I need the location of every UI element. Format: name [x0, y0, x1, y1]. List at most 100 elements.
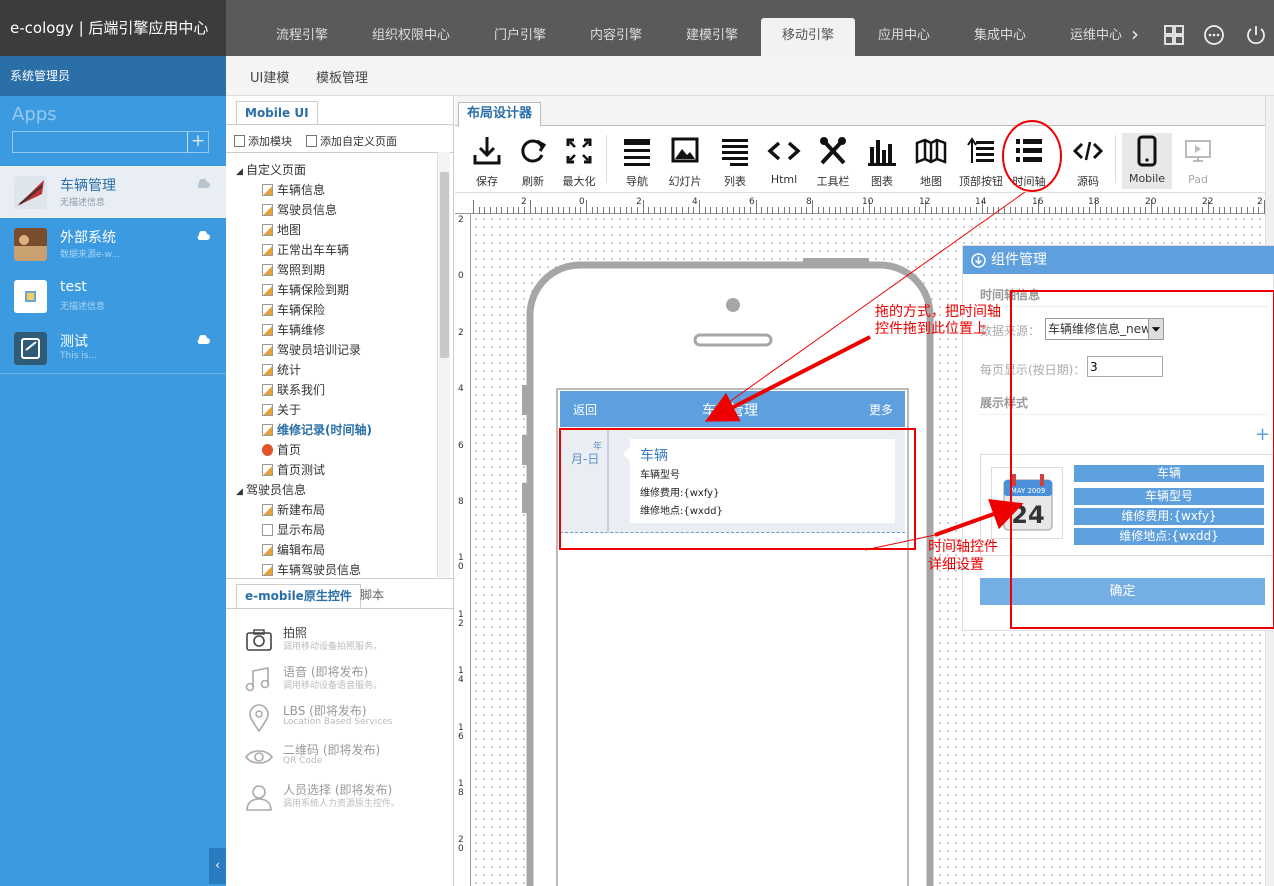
tree-item-page[interactable]: 首页测试	[262, 460, 325, 480]
app-item-vehicle[interactable]: 车辆管理 无描述信息	[0, 166, 226, 218]
apps-add-button[interactable]: +	[187, 131, 209, 153]
tab-mobile-engine[interactable]: 移动引擎	[761, 18, 855, 56]
ruler-tick	[682, 207, 684, 214]
ruler-tick	[489, 207, 491, 214]
timeline-tool[interactable]: 时间轴	[1006, 135, 1052, 188]
pad-view-button[interactable]: Pad	[1175, 135, 1221, 187]
ruler-tick	[783, 207, 785, 214]
tree-item-layout[interactable]: 新建布局	[262, 500, 325, 520]
ruler-v-label: 1 6	[458, 723, 464, 742]
mobile-more-button[interactable]: 更多	[869, 401, 893, 418]
tree-item-page[interactable]: 关于	[262, 400, 301, 420]
ruler-h-label: 2	[521, 197, 527, 207]
tree-item-page[interactable]: 驾照到期	[262, 260, 325, 280]
tree-item-page[interactable]: 统计	[262, 360, 301, 380]
scrollbar-thumb[interactable]	[440, 172, 449, 358]
list-tool[interactable]: 列表	[712, 135, 758, 188]
tab-mobile-ui[interactable]: Mobile UI	[236, 101, 318, 125]
nav-more-chevron-icon[interactable]: ›	[1124, 16, 1146, 54]
control-camera[interactable]: 拍照 调用移动设备拍照服务。	[244, 624, 444, 658]
expand-triangle-icon[interactable]: ◢	[236, 482, 246, 502]
tree-item-page[interactable]: 车辆信息	[262, 180, 325, 200]
map-tool[interactable]: 地图	[908, 135, 954, 188]
collapse-sidebar-button[interactable]: ‹	[209, 848, 226, 884]
chart-tool[interactable]: 图表	[859, 135, 905, 188]
tree-item-page[interactable]: 车辆保险	[262, 300, 325, 320]
source-code-tool[interactable]: 源码	[1065, 135, 1111, 188]
tab-modeling-engine[interactable]: 建模引擎	[672, 18, 752, 56]
per-page-input[interactable]	[1087, 356, 1163, 377]
apps-search-input[interactable]	[12, 131, 188, 153]
tree-node-custom-pages[interactable]: ◢ 自定义页面	[236, 160, 306, 180]
tab-process-engine[interactable]: 流程引擎	[262, 18, 342, 56]
tree-item-page[interactable]: 地图	[262, 220, 301, 240]
app-name: test	[60, 279, 87, 295]
tree-item-layout[interactable]: 车辆驾驶员信息	[262, 560, 361, 580]
tree-scrollbar[interactable]	[437, 152, 450, 577]
toolbar-tool[interactable]: 工具栏	[810, 135, 856, 188]
ruler-tick	[710, 207, 712, 214]
control-person-select[interactable]: 人员选择 (即将发布) 调用系统人力资源原生控件。	[244, 781, 444, 815]
location-pin-icon	[249, 704, 269, 732]
component-panel-header: 组件管理	[963, 246, 1274, 274]
app-item-test[interactable]: test 无描述信息	[0, 270, 226, 322]
power-icon[interactable]	[1245, 24, 1267, 46]
ruler-tick	[812, 200, 813, 214]
timeline-widget[interactable]: 年 月-日 车辆 车辆型号 维修费用:{wxfy} 维修地点:{wxdd}	[560, 429, 905, 533]
maximize-button[interactable]: 最大化	[556, 135, 602, 188]
tab-template-management[interactable]: 模板管理	[316, 67, 368, 86]
control-qrcode[interactable]: 二维码 (即将发布) QR Code	[244, 741, 444, 775]
tree-item-page[interactable]: 驾驶员信息	[262, 200, 337, 220]
mobile-back-button[interactable]: 返回	[573, 401, 597, 418]
tree-item-page[interactable]: 车辆维修	[262, 320, 325, 340]
tree-item-layout[interactable]: 显示布局	[262, 520, 325, 540]
timeline-field-model[interactable]: 车辆型号	[1074, 488, 1264, 505]
app-item-external[interactable]: 外部系统 数据来源e-w...	[0, 218, 226, 270]
tree-item-page[interactable]: 正常出车车辆	[262, 240, 349, 260]
tab-org-permission[interactable]: 组织权限中心	[362, 18, 460, 56]
tree-item-page[interactable]: 车辆保险到期	[262, 280, 349, 300]
slideshow-tool[interactable]: 幻灯片	[662, 135, 708, 188]
top-button-tool[interactable]: 顶部按钮	[958, 135, 1004, 188]
app-item-ceshi[interactable]: 测试 This is...	[0, 322, 226, 374]
tab-content-engine[interactable]: 内容引擎	[576, 18, 656, 56]
html-tool[interactable]: Html	[761, 135, 807, 187]
tree-item-page[interactable]: 联系我们	[262, 380, 325, 400]
tree-item-layout[interactable]: 编辑布局	[262, 540, 325, 560]
mobile-view-button[interactable]: Mobile	[1122, 133, 1172, 189]
confirm-button[interactable]: 确定	[980, 578, 1265, 605]
cloud-icon[interactable]	[196, 179, 210, 189]
cloud-icon[interactable]	[196, 335, 210, 345]
timeline-field-cost[interactable]: 维修费用:{wxfy}	[1074, 508, 1264, 525]
tree-item-page[interactable]: 维修记录(时间轴)	[262, 420, 372, 440]
ruler-tick	[908, 207, 909, 214]
expand-triangle-icon[interactable]: ◢	[236, 162, 246, 182]
ruler-tick	[732, 207, 734, 214]
tab-script[interactable]: 脚本	[352, 584, 392, 608]
datasource-select[interactable]: 车辆维修信息_new	[1045, 318, 1164, 340]
add-module-button[interactable]: 添加模块	[234, 133, 292, 149]
tree-group-label: 驾驶员信息	[246, 483, 307, 497]
tree-item-label: 车辆维修	[277, 323, 326, 337]
tab-app-center[interactable]: 应用中心	[864, 18, 944, 56]
timeline-field-title[interactable]: 车辆	[1074, 465, 1264, 482]
add-field-button[interactable]: +	[1255, 424, 1270, 445]
navigation-tool[interactable]: 导航	[614, 135, 660, 188]
tree-item-page[interactable]: 首页	[262, 440, 301, 460]
tree-node-driver-info[interactable]: ◢ 驾驶员信息	[236, 480, 306, 500]
tab-layout-designer[interactable]: 布局设计器	[458, 102, 542, 127]
tab-native-controls[interactable]: e-mobile原生控件	[236, 584, 361, 608]
cloud-icon[interactable]	[196, 231, 210, 241]
test-app-icon	[14, 280, 47, 313]
tab-portal-engine[interactable]: 门户引擎	[480, 18, 560, 56]
tree-item-page[interactable]: 驾驶员培训记录	[262, 340, 361, 360]
timeline-field-location[interactable]: 维修地点:{wxdd}	[1074, 528, 1264, 545]
grid-icon[interactable]	[1163, 24, 1185, 46]
add-custom-page-button[interactable]: 添加自定义页面	[306, 133, 397, 149]
tab-integration-center[interactable]: 集成中心	[960, 18, 1040, 56]
control-lbs[interactable]: LBS (即将发布) Location Based Services	[244, 702, 444, 736]
tab-ui-modeling[interactable]: UI建模	[250, 67, 289, 86]
control-voice[interactable]: 语音 (即将发布) 调用移动设备语音服务。	[244, 663, 444, 697]
ruler-tick	[523, 207, 525, 214]
more-options-icon[interactable]	[1203, 24, 1225, 46]
